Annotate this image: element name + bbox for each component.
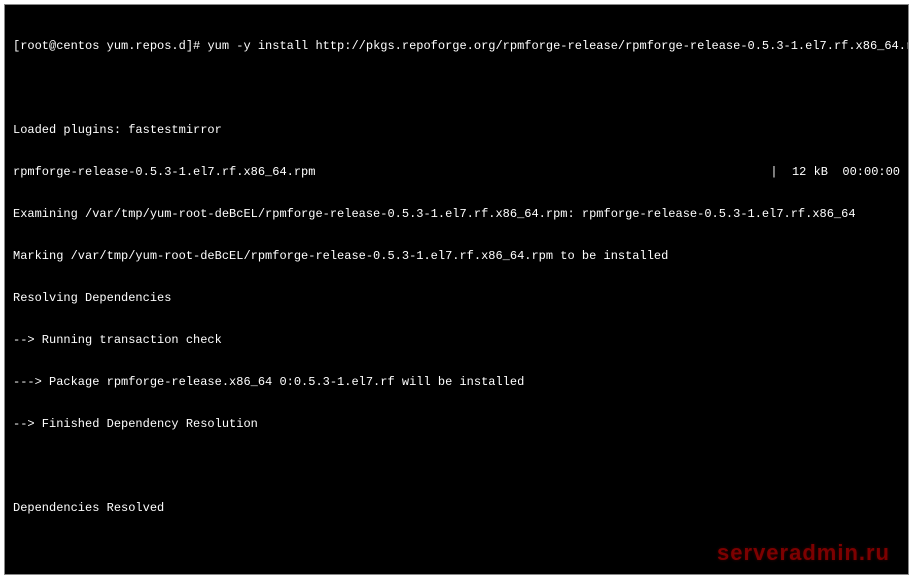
rpm-filename: rpmforge-release-0.5.3-1.el7.rf.x86_64.r… xyxy=(13,165,315,179)
dependencies-resolved-label: Dependencies Resolved xyxy=(13,501,900,515)
blank-line xyxy=(13,459,900,473)
shell-prompt: [root@centos yum.repos.d]# xyxy=(13,39,207,53)
output-line: --> Finished Dependency Resolution xyxy=(13,417,900,431)
output-line: --> Running transaction check xyxy=(13,333,900,347)
blank-line xyxy=(13,81,900,95)
output-line: Examining /var/tmp/yum-root-deBcEL/rpmfo… xyxy=(13,207,900,221)
output-line: ---> Package rpmforge-release.x86_64 0:0… xyxy=(13,375,900,389)
output-line: Loaded plugins: fastestmirror xyxy=(13,123,900,137)
typed-command: yum -y install http://pkgs.repoforge.org… xyxy=(207,39,909,53)
watermark-text: serveradmin.ru xyxy=(717,546,890,560)
command-line: [root@centos yum.repos.d]# yum -y instal… xyxy=(13,39,900,53)
download-stats: | 12 kB 00:00:00 xyxy=(770,165,900,179)
download-progress-line: rpmforge-release-0.5.3-1.el7.rf.x86_64.r… xyxy=(13,165,900,179)
output-line: Marking /var/tmp/yum-root-deBcEL/rpmforg… xyxy=(13,249,900,263)
terminal-window[interactable]: [root@centos yum.repos.d]# yum -y instal… xyxy=(4,4,909,575)
output-line: Resolving Dependencies xyxy=(13,291,900,305)
